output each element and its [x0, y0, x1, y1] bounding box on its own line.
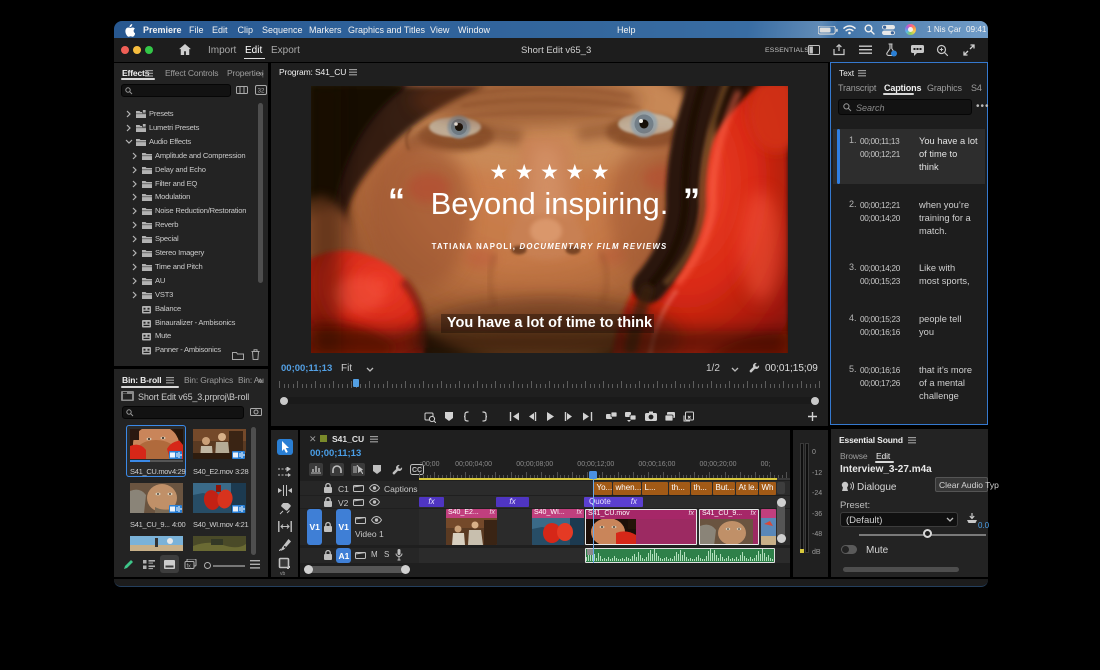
svg-text:fx: fx — [187, 564, 192, 570]
svg-text:32: 32 — [258, 89, 265, 95]
